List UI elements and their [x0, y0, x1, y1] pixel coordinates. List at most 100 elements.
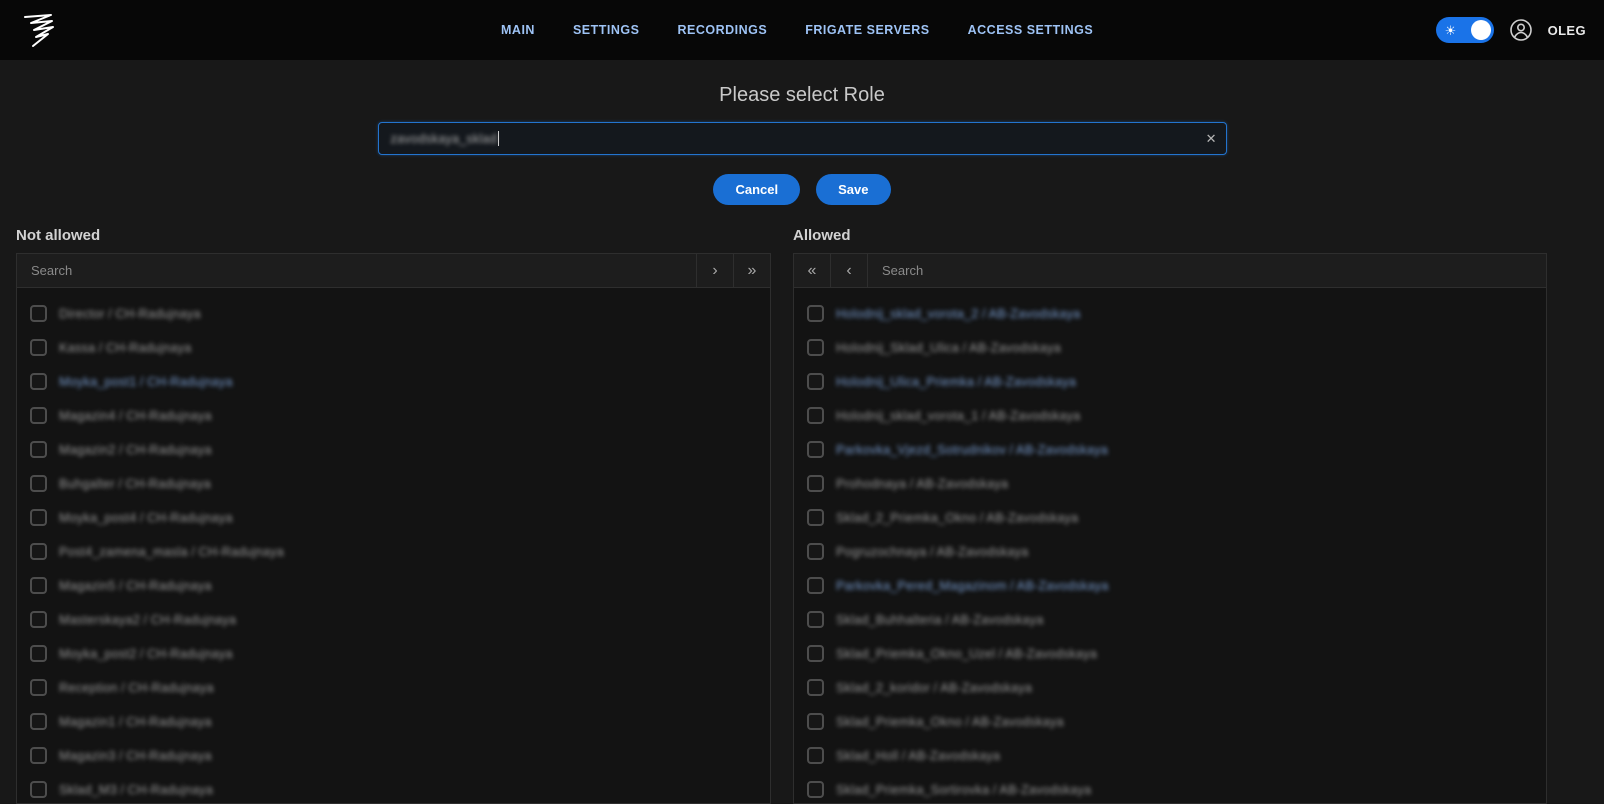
item-checkbox[interactable] — [30, 475, 47, 492]
move-all-to-not-allowed-button[interactable]: « — [794, 254, 831, 287]
item-label: Magazin2 / CH-Radujnaya — [59, 442, 211, 457]
list-item[interactable]: Sklad_M3 / CH-Radujnaya — [17, 772, 770, 804]
item-checkbox[interactable] — [30, 577, 47, 594]
list-item[interactable]: Holodnij_sklad_vorota_2 / AB-Zavodskaya — [794, 296, 1546, 330]
item-checkbox[interactable] — [30, 611, 47, 628]
item-checkbox[interactable] — [807, 339, 824, 356]
item-checkbox[interactable] — [30, 645, 47, 662]
item-label: Reception / CH-Radujnaya — [59, 680, 214, 695]
item-label: Kassa / CH-Radujnaya — [59, 340, 191, 355]
item-checkbox[interactable] — [30, 305, 47, 322]
list-item[interactable]: Pogruzochnaya / AB-Zavodskaya — [794, 534, 1546, 568]
top-navbar: MAIN SETTINGS RECORDINGS FRIGATE SERVERS… — [0, 0, 1604, 60]
list-item[interactable]: Holodnij_sklad_vorota_1 / AB-Zavodskaya — [794, 398, 1546, 432]
item-checkbox[interactable] — [30, 339, 47, 356]
list-item[interactable]: Sklad_2_Priemka_Okno / AB-Zavodskaya — [794, 500, 1546, 534]
nav-item-settings[interactable]: SETTINGS — [573, 23, 640, 37]
item-checkbox[interactable] — [30, 441, 47, 458]
cancel-button[interactable]: Cancel — [713, 174, 800, 205]
allowed-box: « ‹ Holodnij_sklad_vorota_2 / AB-Zavodsk… — [793, 253, 1547, 804]
nav-item-frigate-servers[interactable]: FRIGATE SERVERS — [805, 23, 929, 37]
list-item[interactable]: Sklad_Priemka_Sortirovka / AB-Zavodskaya — [794, 772, 1546, 804]
list-item[interactable]: Magazin3 / CH-Radujnaya — [17, 738, 770, 772]
page-title: Please select Role — [0, 84, 1604, 107]
allowed-search-input[interactable] — [868, 254, 1546, 287]
list-item[interactable]: Magazin5 / CH-Radujnaya — [17, 568, 770, 602]
item-label: Buhgalter / CH-Radujnaya — [59, 476, 211, 491]
item-label: Moyka_post4 / CH-Radujnaya — [59, 510, 232, 525]
item-label: Masterskaya2 / CH-Radujnaya — [59, 612, 236, 627]
item-label: Sklad_Holl / AB-Zavodskaya — [836, 748, 1000, 763]
role-input-value: zavodskaya_sklad — [391, 131, 497, 146]
item-checkbox[interactable] — [807, 373, 824, 390]
item-label: Parkovka_Pered_Magazinom / AB-Zavodskaya — [836, 578, 1108, 593]
item-checkbox[interactable] — [807, 577, 824, 594]
list-item[interactable]: Sklad_Holl / AB-Zavodskaya — [794, 738, 1546, 772]
list-item[interactable]: Magazin2 / CH-Radujnaya — [17, 432, 770, 466]
list-item[interactable]: Masterskaya2 / CH-Radujnaya — [17, 602, 770, 636]
item-checkbox[interactable] — [807, 475, 824, 492]
nav-item-main[interactable]: MAIN — [501, 23, 535, 37]
save-button[interactable]: Save — [816, 174, 890, 205]
item-checkbox[interactable] — [807, 679, 824, 696]
list-item[interactable]: Sklad_Priemka_Okno / AB-Zavodskaya — [794, 704, 1546, 738]
list-item[interactable]: Director / CH-Radujnaya — [17, 296, 770, 330]
not-allowed-list: Director / CH-Radujnaya Kassa / CH-Radujn… — [17, 288, 770, 804]
item-checkbox[interactable] — [807, 407, 824, 424]
item-checkbox[interactable] — [807, 305, 824, 322]
item-checkbox[interactable] — [807, 509, 824, 526]
item-checkbox[interactable] — [807, 441, 824, 458]
item-label: Pogruzochnaya / AB-Zavodskaya — [836, 544, 1028, 559]
item-checkbox[interactable] — [30, 509, 47, 526]
item-checkbox[interactable] — [30, 407, 47, 424]
item-checkbox[interactable] — [30, 781, 47, 798]
move-all-to-allowed-button[interactable]: » — [733, 254, 770, 287]
nav-item-access-settings[interactable]: ACCESS SETTINGS — [968, 23, 1094, 37]
item-checkbox[interactable] — [30, 713, 47, 730]
list-item[interactable]: Moyka_post2 / CH-Radujnaya — [17, 636, 770, 670]
item-checkbox[interactable] — [807, 543, 824, 560]
item-checkbox[interactable] — [807, 781, 824, 798]
item-checkbox[interactable] — [807, 645, 824, 662]
item-label: Holodnij_Sklad_Ulica / AB-Zavodskaya — [836, 340, 1061, 355]
item-checkbox[interactable] — [807, 611, 824, 628]
list-item[interactable]: Magazin1 / CH-Radujnaya — [17, 704, 770, 738]
item-label: Prohodnaya / AB-Zavodskaya — [836, 476, 1008, 491]
item-checkbox[interactable] — [30, 747, 47, 764]
clear-input-button[interactable]: ✕ — [1206, 131, 1217, 147]
list-item[interactable]: Holodnij_Sklad_Ulica / AB-Zavodskaya — [794, 330, 1546, 364]
frigate-logo-icon — [18, 10, 58, 50]
role-input[interactable]: zavodskaya_sklad ✕ — [378, 122, 1227, 155]
list-item[interactable]: Post4_zamena_masla / CH-Radujnaya — [17, 534, 770, 568]
list-item[interactable]: Prohodnaya / AB-Zavodskaya — [794, 466, 1546, 500]
not-allowed-panel: Not allowed › » Director / CH-RadujnayaK… — [16, 227, 771, 804]
nav-item-recordings[interactable]: RECORDINGS — [677, 23, 767, 37]
list-item[interactable]: Parkovka_Vjezd_Sotrudnikov / AB-Zavodska… — [794, 432, 1546, 466]
list-item[interactable]: Sklad_Priemka_Okno_Uzel / AB-Zavodskaya — [794, 636, 1546, 670]
item-checkbox[interactable] — [30, 543, 47, 560]
list-item[interactable]: Buhgalter / CH-Radujnaya — [17, 466, 770, 500]
list-item[interactable]: Moyka_post1 / CH-Radujnaya — [17, 364, 770, 398]
list-item[interactable]: Sklad_Buhhalteria / AB-Zavodskaya — [794, 602, 1546, 636]
move-selected-to-allowed-button[interactable]: › — [696, 254, 733, 287]
user-profile-icon[interactable] — [1509, 18, 1533, 42]
frigate-logo[interactable] — [18, 10, 58, 50]
allowed-panel: Allowed « ‹ Holodnij_sklad_vorota_2 / AB… — [793, 227, 1547, 804]
list-item[interactable]: Moyka_post4 / CH-Radujnaya — [17, 500, 770, 534]
item-label: Sklad_2_Priemka_Okno / AB-Zavodskaya — [836, 510, 1078, 525]
item-label: Sklad_2_koridor / AB-Zavodskaya — [836, 680, 1032, 695]
item-checkbox[interactable] — [807, 713, 824, 730]
not-allowed-search-input[interactable] — [17, 254, 696, 287]
item-checkbox[interactable] — [807, 747, 824, 764]
list-item[interactable]: Parkovka_Pered_Magazinom / AB-Zavodskaya — [794, 568, 1546, 602]
item-checkbox[interactable] — [30, 373, 47, 390]
list-item[interactable]: Holodnij_Ulica_Priemka / AB-Zavodskaya — [794, 364, 1546, 398]
list-item[interactable]: Reception / CH-Radujnaya — [17, 670, 770, 704]
item-label: Sklad_Priemka_Sortirovka / AB-Zavodskaya — [836, 782, 1091, 797]
theme-toggle[interactable]: ☀ — [1436, 17, 1494, 43]
list-item[interactable]: Sklad_2_koridor / AB-Zavodskaya — [794, 670, 1546, 704]
list-item[interactable]: Magazin4 / CH-Radujnaya — [17, 398, 770, 432]
list-item[interactable]: Kassa / CH-Radujnaya — [17, 330, 770, 364]
item-checkbox[interactable] — [30, 679, 47, 696]
move-selected-to-not-allowed-button[interactable]: ‹ — [831, 254, 868, 287]
